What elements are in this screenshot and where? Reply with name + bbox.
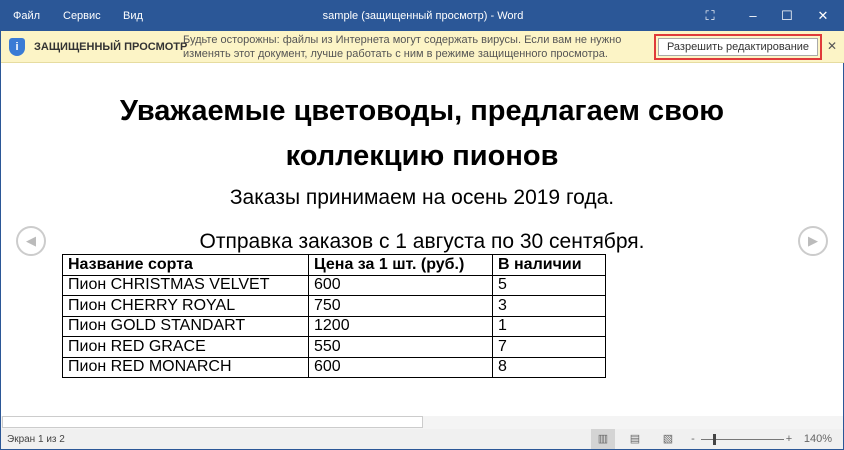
cell-stock: 1: [492, 315, 606, 337]
cell-name: Пион RED MONARCH: [62, 356, 309, 378]
zoom-out-button[interactable]: -: [686, 429, 700, 449]
header-price: Цена за 1 шт. (руб.): [308, 254, 493, 276]
protected-view-title: ЗАЩИЩЕННЫЙ ПРОСМОТР: [34, 41, 188, 53]
read-mode-icon[interactable]: ▥: [591, 429, 615, 449]
fullscreen-icon[interactable]: ⛶: [698, 6, 722, 26]
shipping-text: Отправка заказов с 1 августа по 30 сентя…: [199, 230, 645, 253]
web-layout-icon[interactable]: ▧: [656, 429, 680, 449]
close-button[interactable]: ✕: [811, 6, 835, 26]
table-row: Пион RED MONARCH 600 8: [62, 356, 606, 378]
orders-text: Заказы принимаем на осень 2019 года.: [229, 186, 615, 209]
cell-price: 1200: [308, 315, 493, 337]
maximize-button[interactable]: ☐: [775, 6, 799, 26]
print-layout-icon[interactable]: ▤: [623, 429, 647, 449]
peony-table: Название сорта Цена за 1 шт. (руб.) В на…: [62, 254, 606, 378]
minimize-button[interactable]: –: [741, 6, 765, 26]
cell-price: 600: [308, 356, 493, 378]
cell-name: Пион CHERRY ROYAL: [62, 295, 309, 317]
zoom-slider-thumb[interactable]: [713, 434, 716, 445]
cell-price: 750: [308, 295, 493, 317]
zoom-level[interactable]: 140%: [803, 429, 833, 449]
shield-info-icon: i: [9, 38, 25, 56]
enable-editing-button[interactable]: Разрешить редактирование: [654, 34, 822, 60]
heading-line-2: коллекцию пионов: [285, 140, 559, 172]
cell-name: Пион GOLD STANDART: [62, 315, 309, 337]
title-bar: Файл Сервис Вид sample (защищенный просм…: [1, 1, 844, 31]
zoom-in-button[interactable]: +: [782, 429, 796, 449]
header-stock: В наличии: [492, 254, 606, 276]
scrollbar-thumb[interactable]: [2, 416, 423, 428]
cell-price: 600: [308, 274, 493, 296]
protected-view-bar: i ЗАЩИЩЕННЫЙ ПРОСМОТР Будьте осторожны: …: [1, 31, 844, 63]
table-row: Пион RED GRACE 550 7: [62, 336, 606, 358]
table-row: Пион CHERRY ROYAL 750 3: [62, 295, 606, 317]
status-bar: Экран 1 из 2 ▥ ▤ ▧ - + 140%: [1, 429, 843, 449]
cell-stock: 3: [492, 295, 606, 317]
cell-stock: 5: [492, 274, 606, 296]
header-name: Название сорта: [62, 254, 309, 276]
table-row: Пион CHRISTMAS VELVET 600 5: [62, 274, 606, 296]
cell-name: Пион RED GRACE: [62, 336, 309, 358]
table-row: Пион GOLD STANDART 1200 1: [62, 315, 606, 337]
enable-editing-label: Разрешить редактирование: [658, 38, 818, 56]
horizontal-scrollbar[interactable]: [1, 416, 843, 429]
table-header-row: Название сорта Цена за 1 шт. (руб.) В на…: [62, 254, 606, 276]
cell-stock: 7: [492, 336, 606, 358]
protected-view-message: Будьте осторожны: файлы из Интернета мог…: [183, 34, 622, 60]
cell-name: Пион CHRISTMAS VELVET: [62, 274, 309, 296]
heading-line-1: Уважаемые цветоводы, предлагаем свою: [119, 95, 725, 127]
document-area: Уважаемые цветоводы, предлагаем свою кол…: [1, 64, 843, 416]
cell-stock: 8: [492, 356, 606, 378]
page-indicator: Экран 1 из 2: [7, 434, 65, 445]
next-page-button[interactable]: ▶: [798, 226, 828, 256]
prev-page-button[interactable]: ◀: [16, 226, 46, 256]
cell-price: 550: [308, 336, 493, 358]
close-infobar-icon[interactable]: ✕: [827, 39, 837, 53]
